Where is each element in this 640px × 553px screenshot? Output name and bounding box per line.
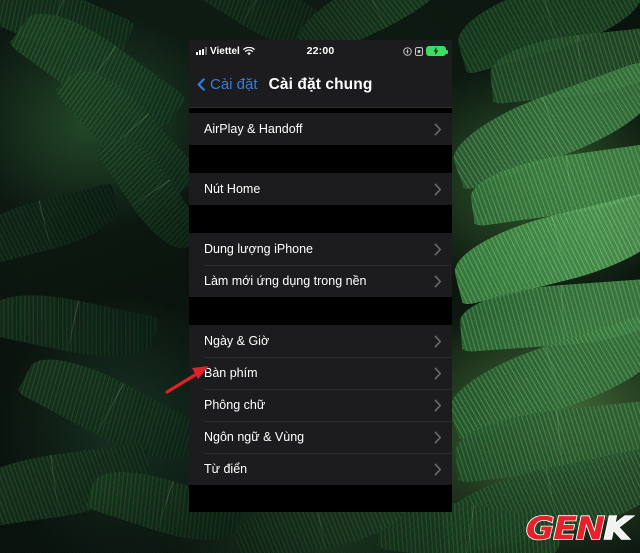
list-item[interactable]: Ngôn ngữ & Vùng: [189, 421, 452, 453]
list-item[interactable]: Từ điển: [189, 453, 452, 485]
list-item-label: Ngôn ngữ & Vùng: [204, 430, 305, 444]
list-item-label: Làm mới ứng dụng trong nền: [204, 274, 367, 288]
genk-watermark-k: K: [603, 511, 632, 547]
chevron-right-icon: [434, 335, 442, 348]
group-gap: [189, 145, 452, 173]
status-bar-right: [403, 40, 448, 62]
list-item-label: AirPlay & Handoff: [204, 122, 303, 136]
group-gap: [189, 297, 452, 325]
chevron-right-icon: [434, 399, 442, 412]
genk-watermark: GENK: [525, 511, 632, 547]
list-item-phong-chu[interactable]: Phông chữ: [189, 389, 452, 421]
chevron-right-icon: [434, 275, 442, 288]
list-item[interactable]: Ngày & Giờ: [189, 325, 452, 357]
chevron-right-icon: [434, 463, 442, 476]
list-item[interactable]: Làm mới ứng dụng trong nền: [189, 265, 452, 297]
list-item-label: Bàn phím: [204, 366, 258, 380]
settings-list[interactable]: AirPlay & Handoff Nút Home Dung lượng iP…: [189, 108, 452, 512]
list-item-label: Dung lượng iPhone: [204, 242, 313, 256]
list-item-label: Phông chữ: [204, 398, 266, 412]
chevron-right-icon: [434, 367, 442, 380]
settings-group: Ngày & Giờ Bàn phím Phông chữ Ngôn ngữ &…: [189, 325, 452, 485]
list-item-label: Từ điển: [204, 462, 248, 476]
chevron-right-icon: [434, 183, 442, 196]
location-arrow-icon: [403, 46, 412, 56]
list-item[interactable]: Bàn phím: [189, 357, 452, 389]
orientation-lock-icon: [415, 46, 423, 56]
chevron-right-icon: [434, 431, 442, 444]
list-item[interactable]: AirPlay & Handoff: [189, 113, 452, 145]
group-gap: [189, 485, 452, 512]
page-title: Cài đặt chung: [268, 75, 373, 93]
list-item-label: Ngày & Giờ: [204, 334, 270, 348]
group-gap: [189, 205, 452, 233]
navigation-bar: Cài đặt Cài đặt chung: [189, 62, 452, 108]
chevron-right-icon: [434, 123, 442, 136]
list-item[interactable]: Dung lượng iPhone: [189, 233, 452, 265]
genk-watermark-gen: GEN: [525, 511, 606, 547]
iphone-screenshot: Viettel 22:00 Cài đặt Cài đặt chung AirP…: [189, 40, 452, 512]
settings-group: Nút Home: [189, 173, 452, 205]
list-item-label: Nút Home: [204, 182, 261, 196]
status-bar: Viettel 22:00: [189, 40, 452, 62]
list-item[interactable]: Nút Home: [189, 173, 452, 205]
settings-group: Dung lượng iPhone Làm mới ứng dụng trong…: [189, 233, 452, 297]
battery-charging-icon: [426, 46, 448, 56]
chevron-right-icon: [434, 243, 442, 256]
settings-group: AirPlay & Handoff: [189, 113, 452, 145]
